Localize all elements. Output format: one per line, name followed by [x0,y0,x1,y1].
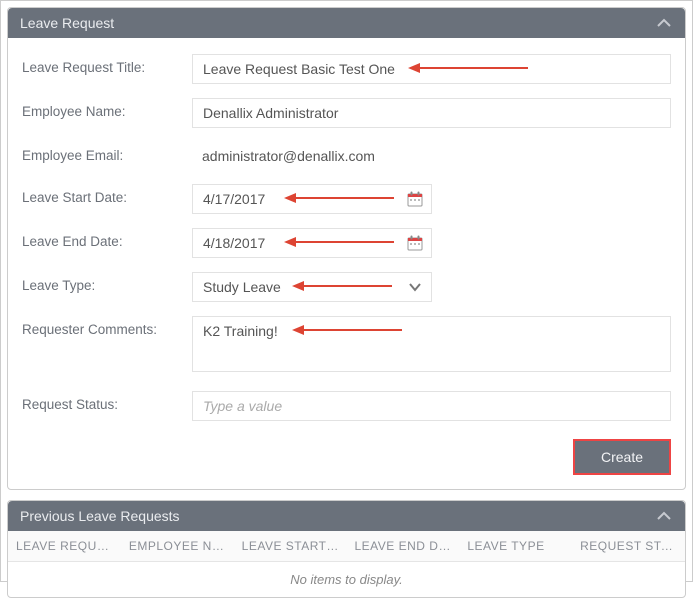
end-date-input[interactable] [193,229,399,257]
previous-requests-header: Previous Leave Requests [8,501,685,531]
collapse-icon[interactable] [655,17,673,29]
leave-type-select[interactable] [193,273,399,301]
col-leave-end[interactable]: LEAVE END D… [346,531,459,561]
leave-request-header: Leave Request [8,8,685,38]
label-title: Leave Request Title: [22,54,192,75]
chevron-down-icon[interactable] [399,279,431,295]
leave-request-body: Leave Request Title: Employee Name: Empl… [8,38,685,489]
employee-email-value: administrator@denallix.com [192,142,671,170]
grid-empty-text: No items to display. [8,562,685,597]
leave-request-panel: Leave Request Leave Request Title: Emplo… [7,7,686,490]
previous-requests-title: Previous Leave Requests [20,508,180,524]
employee-name-input[interactable] [192,98,671,128]
calendar-icon[interactable] [399,191,431,207]
col-leave-request[interactable]: LEAVE REQUE… [8,531,121,561]
comments-textarea[interactable] [192,316,671,372]
label-end-date: Leave End Date: [22,228,192,249]
status-input[interactable] [192,391,671,421]
label-comments: Requester Comments: [22,316,192,337]
grid-header: LEAVE REQUE… EMPLOYEE N… LEAVE START … L… [8,531,685,562]
col-leave-start[interactable]: LEAVE START … [234,531,347,561]
label-status: Request Status: [22,391,192,412]
collapse-icon[interactable] [655,510,673,522]
leave-title-input[interactable] [192,54,671,84]
start-date-input[interactable] [193,185,399,213]
label-leave-type: Leave Type: [22,272,192,293]
calendar-icon[interactable] [399,235,431,251]
label-start-date: Leave Start Date: [22,184,192,205]
label-employee-name: Employee Name: [22,98,192,119]
label-employee-email: Employee Email: [22,142,192,163]
col-employee-name[interactable]: EMPLOYEE N… [121,531,234,561]
create-button[interactable]: Create [573,439,671,475]
previous-requests-panel: Previous Leave Requests LEAVE REQUE… EMP… [7,500,686,598]
leave-request-title: Leave Request [20,15,114,31]
col-request-status[interactable]: REQUEST STA… [572,531,685,561]
col-leave-type[interactable]: LEAVE TYPE [459,531,572,561]
